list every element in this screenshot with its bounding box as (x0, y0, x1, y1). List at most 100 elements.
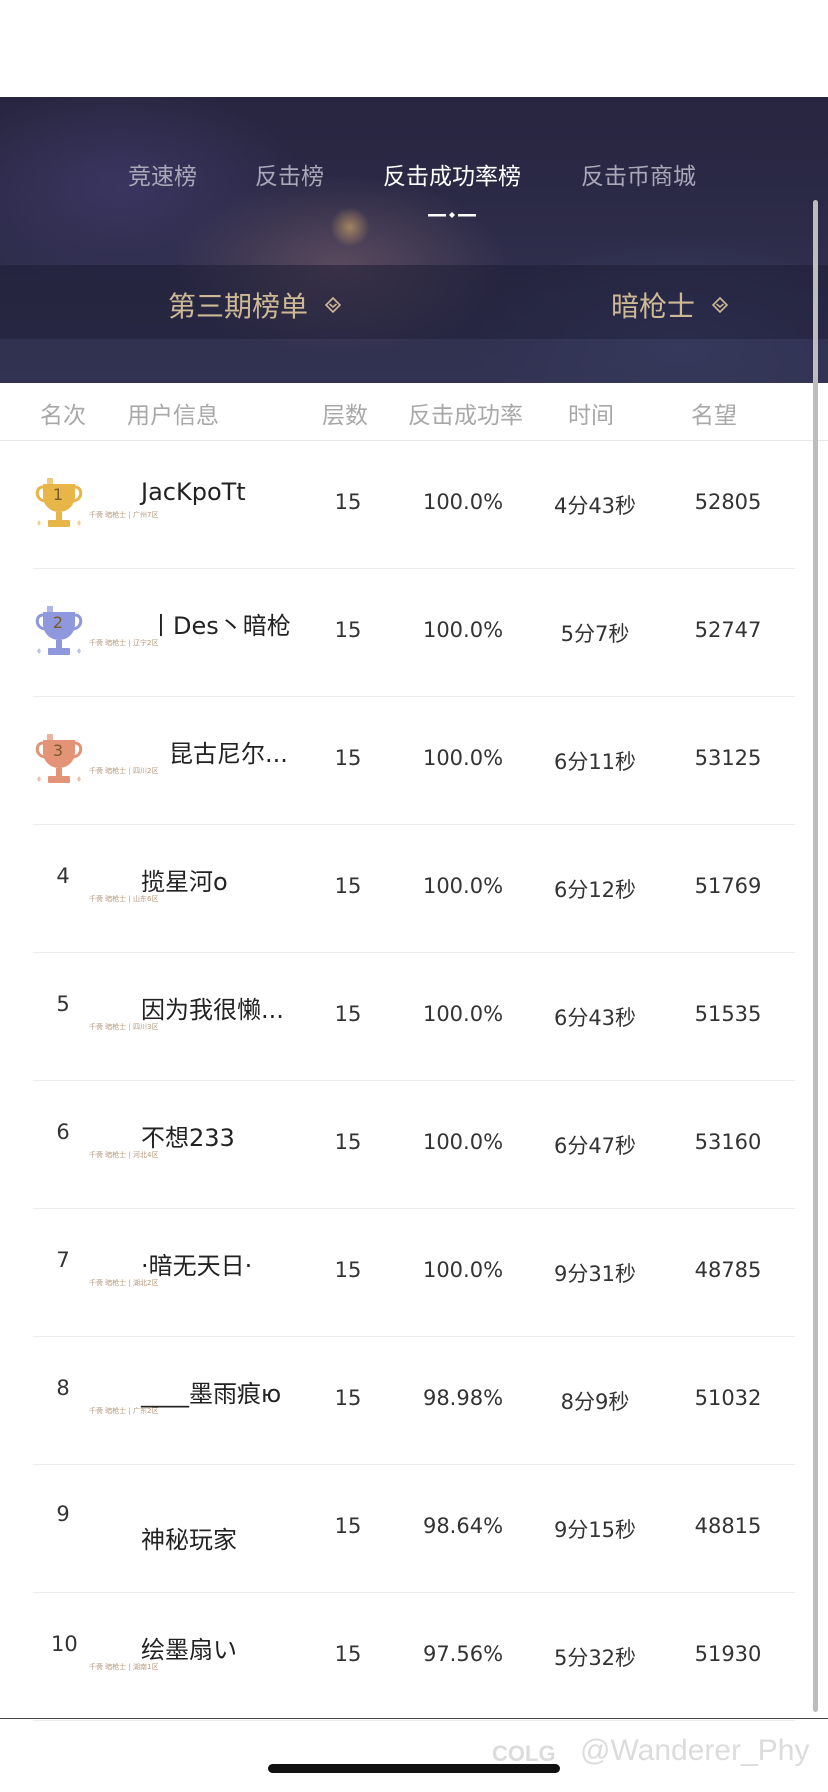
floor-count: 15 (334, 1258, 362, 1282)
rank-number: 2 (52, 613, 64, 632)
player-name[interactable]: 因为我很懒... (141, 990, 284, 1025)
player-server-info: 千斋 暗枪士 | 广东2区 (89, 1407, 159, 1415)
clear-time: 6分43秒 (553, 1006, 637, 1030)
chevron-down-icon (711, 296, 729, 314)
col-floors: 层数 (322, 403, 368, 429)
fame-value: 51769 (694, 874, 762, 898)
chevron-down-icon (324, 296, 342, 314)
tab-counter[interactable]: 反击榜 (255, 157, 324, 191)
col-user: 用户信息 (127, 403, 219, 429)
tab-counter-success-rate[interactable]: 反击成功率榜 (383, 157, 521, 191)
rank-number: 7 (56, 1248, 70, 1272)
fame-value: 52747 (694, 618, 762, 642)
floor-count: 15 (334, 618, 362, 642)
floor-count: 15 (334, 1002, 362, 1026)
table-row[interactable]: 3 昆古尼尔... 千斋 暗枪士 | 四川2区 15 100.0% 6分11秒 53125 (33, 696, 795, 825)
period-label: 第三期榜单 (168, 290, 309, 323)
success-rate: 100.0% (422, 746, 504, 770)
floor-count: 15 (334, 1514, 362, 1538)
player-name[interactable]: 丨Des丶暗枪 (149, 606, 291, 641)
colg-logo-icon: COLG (492, 1741, 556, 1765)
fame-value: 52805 (694, 490, 762, 514)
clear-time: 8分9秒 (560, 1390, 630, 1414)
tab-bar: 竞速榜 反击榜 反击成功率榜 反击币商城 (0, 157, 828, 197)
rank-number: 4 (56, 864, 70, 888)
player-server-info: 千斋 暗枪士 | 辽宁2区 (89, 639, 159, 647)
header-banner: 竞速榜 反击榜 反击成功率榜 反击币商城 第三期榜单 暗枪士 (0, 97, 828, 383)
clear-time: 6分12秒 (553, 878, 637, 902)
player-name[interactable]: 昆古尼尔... (169, 734, 288, 769)
home-indicator[interactable] (268, 1764, 560, 1773)
svg-text:COLG: COLG (492, 1741, 556, 1765)
player-server-info: 千斋 暗枪士 | 河北4区 (89, 1151, 159, 1159)
rank-number: 9 (56, 1502, 70, 1526)
player-name[interactable]: 神秘玩家 (141, 1520, 237, 1555)
success-rate: 100.0% (422, 874, 504, 898)
class-selector[interactable]: 暗枪士 (611, 285, 729, 325)
player-server-info: 千斋 暗枪士 | 山东6区 (89, 895, 159, 903)
table-row[interactable]: 5 因为我很懒... 千斋 暗枪士 | 四川3区 15 100.0% 6分43秒 51535 (33, 952, 795, 1081)
player-name[interactable]: ____墨雨痕ю (141, 1374, 281, 1409)
success-rate: 100.0% (422, 1258, 504, 1282)
col-rank: 名次 (40, 403, 86, 429)
floor-count: 15 (334, 746, 362, 770)
rank-number: 10 (51, 1632, 78, 1656)
fame-value: 51535 (694, 1002, 762, 1026)
banner-glow (330, 207, 370, 247)
status-area (0, 0, 828, 97)
clear-time: 6分47秒 (553, 1134, 637, 1158)
fame-value: 48815 (694, 1514, 762, 1538)
table-row[interactable]: 4 揽星河o 千斋 暗枪士 | 山东6区 15 100.0% 6分12秒 51769 (33, 824, 795, 953)
period-selector[interactable]: 第三期榜单 (168, 285, 342, 325)
fame-value: 51930 (694, 1642, 762, 1666)
success-rate: 97.56% (422, 1642, 504, 1666)
success-rate: 98.98% (422, 1386, 504, 1410)
col-rate: 反击成功率 (408, 403, 523, 429)
table-row[interactable]: 10 绘墨扇い 千斋 暗枪士 | 湖南1区 15 97.56% 5分32秒 51930 (33, 1592, 795, 1721)
watermark-text: @Wanderer_Phy (580, 1734, 810, 1767)
player-name[interactable]: 揽星河o (141, 862, 228, 897)
table-row[interactable]: 9 神秘玩家 15 98.64% 9分15秒 48815 (33, 1464, 795, 1593)
tab-counter-coin-shop[interactable]: 反击币商城 (581, 157, 696, 191)
col-time: 时间 (568, 403, 614, 429)
player-name[interactable]: ·暗无天日· (141, 1246, 252, 1281)
active-tab-indicator (428, 212, 476, 218)
clear-time: 5分7秒 (560, 622, 630, 646)
table-header: 名次 用户信息 层数 反击成功率 时间 名望 (0, 383, 828, 441)
rank-number: 6 (56, 1120, 70, 1144)
table-row[interactable]: 8 ____墨雨痕ю 千斋 暗枪士 | 广东2区 15 98.98% 8分9秒 51032 (33, 1336, 795, 1465)
rank-number: 8 (56, 1376, 70, 1400)
table-row[interactable]: 6 不想233 千斋 暗枪士 | 河北4区 15 100.0% 6分47秒 53160 (33, 1080, 795, 1209)
rank-number: 3 (52, 741, 64, 760)
player-server-info: 千斋 暗枪士 | 湖南1区 (89, 1663, 159, 1671)
clear-time: 9分15秒 (553, 1518, 637, 1542)
success-rate: 98.64% (422, 1514, 504, 1538)
clear-time: 6分11秒 (553, 750, 637, 774)
floor-count: 15 (334, 1130, 362, 1154)
success-rate: 100.0% (422, 618, 504, 642)
class-label: 暗枪士 (611, 290, 696, 323)
clear-time: 9分31秒 (553, 1262, 637, 1286)
table-row[interactable]: 2 丨Des丶暗枪 千斋 暗枪士 | 辽宁2区 15 100.0% 5分7秒 52747 (33, 568, 795, 697)
player-server-info: 千斋 暗枪士 | 四川3区 (89, 1023, 159, 1031)
filter-bar: 第三期榜单 暗枪士 (0, 265, 828, 339)
table-row[interactable]: 7 ·暗无天日· 千斋 暗枪士 | 湖北2区 15 100.0% 9分31秒 48785 (33, 1208, 795, 1337)
rank-number: 5 (56, 992, 70, 1016)
fame-value: 51032 (694, 1386, 762, 1410)
fame-value: 48785 (694, 1258, 762, 1282)
banner-bottom-strip (0, 339, 828, 383)
col-fame: 名望 (691, 403, 737, 429)
scrollbar[interactable] (813, 200, 818, 1712)
floor-count: 15 (334, 874, 362, 898)
table-row[interactable]: 1 JacKpoTt 千斋 暗枪士 | 广州7区 15 100.0% 4分43秒 52805 (33, 440, 795, 569)
player-name[interactable]: 绘墨扇い (141, 1630, 237, 1665)
fame-value: 53125 (694, 746, 762, 770)
fame-value: 53160 (694, 1130, 762, 1154)
floor-count: 15 (334, 1386, 362, 1410)
floor-count: 15 (334, 490, 362, 514)
player-name[interactable]: JacKpoTt (141, 478, 246, 506)
player-name[interactable]: 不想233 (141, 1118, 235, 1153)
floor-count: 15 (334, 1642, 362, 1666)
rank-number: 1 (52, 485, 64, 504)
tab-speed[interactable]: 竞速榜 (128, 157, 197, 191)
